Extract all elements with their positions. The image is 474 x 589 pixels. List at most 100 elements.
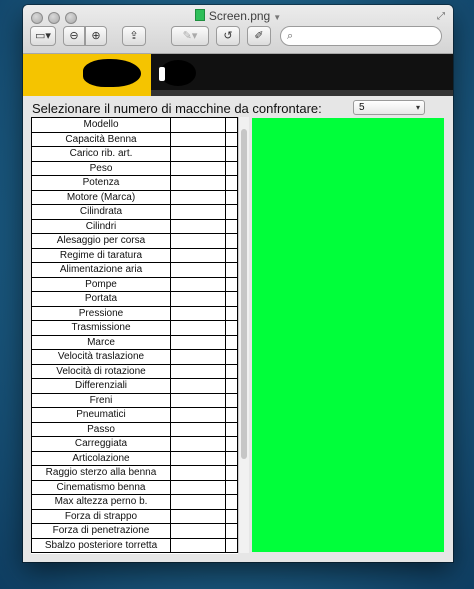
spec-extra-cell	[226, 364, 238, 378]
spec-label: Forza di strappo	[31, 509, 171, 523]
spec-value-cell	[171, 422, 226, 436]
spec-label: Articolazione	[31, 451, 171, 465]
spec-extra-cell	[226, 248, 238, 262]
spec-extra-cell	[226, 306, 238, 320]
share-button[interactable]: ⇪	[122, 26, 146, 46]
spec-value-cell	[171, 495, 226, 509]
spec-value-cell	[171, 408, 226, 422]
spec-extra-cell	[226, 466, 238, 480]
zoom-in-icon: ⊕	[91, 30, 101, 42]
spec-value-cell	[171, 393, 226, 407]
rotate-button[interactable]: ↺	[216, 26, 240, 46]
machine-count-select[interactable]: 5 ▾	[353, 100, 425, 115]
spec-extra-cell	[226, 538, 238, 552]
zoom-in-button[interactable]: ⊕	[85, 26, 107, 46]
spec-label: Marce	[31, 335, 171, 349]
spec-value-cell	[171, 364, 226, 378]
spec-label: Cilindri	[31, 219, 171, 233]
preview-window: Screen.png ▼ ⤢ ▭▾ ⊖ ⊕ ⇪ ✎▾ ↺ ✐ ⌕ Selezion…	[23, 5, 453, 562]
table-row: Modello	[31, 118, 238, 133]
sidebar-icon: ▭▾	[35, 30, 51, 42]
annotate-button[interactable]: ✎▾	[171, 26, 209, 46]
table-row: Differenziali	[31, 379, 238, 394]
table-row: Potenza	[31, 176, 238, 191]
spec-extra-cell	[226, 219, 238, 233]
spec-value-cell	[171, 451, 226, 465]
window-title: Screen.png ▼	[23, 9, 453, 23]
spec-value-cell	[171, 292, 226, 306]
spec-label: Cinematismo benna	[31, 480, 171, 494]
spec-value-cell	[171, 161, 226, 175]
spec-label: Max altezza perno b.	[31, 495, 171, 509]
table-row: Max altezza perno b.	[31, 495, 238, 510]
spec-value-cell	[171, 132, 226, 146]
spec-extra-cell	[226, 205, 238, 219]
spec-extra-cell	[226, 234, 238, 248]
spec-extra-cell	[226, 292, 238, 306]
table-row: Peso	[31, 161, 238, 176]
spec-value-cell	[171, 509, 226, 523]
spec-value-cell	[171, 524, 226, 538]
spec-label: Sbalzo posteriore torretta	[31, 538, 171, 552]
table-row: Portata	[31, 292, 238, 307]
spec-value-cell	[171, 205, 226, 219]
spec-label: Carreggiata	[31, 437, 171, 451]
table-row: Regime di taratura	[31, 248, 238, 263]
spec-extra-cell	[226, 437, 238, 451]
spec-value-cell	[171, 306, 226, 320]
table-scrollbar[interactable]	[238, 117, 249, 553]
table-row: Carreggiata	[31, 437, 238, 452]
spec-extra-cell	[226, 509, 238, 523]
spec-label: Velocità traslazione	[31, 350, 171, 364]
spec-label: Passo	[31, 422, 171, 436]
redacted-logo-mark	[83, 59, 141, 87]
title-bar: Screen.png ▼ ⤢ ▭▾ ⊖ ⊕ ⇪ ✎▾ ↺ ✐ ⌕	[23, 5, 453, 54]
table-row: Freni	[31, 393, 238, 408]
spec-value-cell	[171, 350, 226, 364]
spec-extra-cell	[226, 408, 238, 422]
spec-label: Cilindrata	[31, 205, 171, 219]
table-row: Alesaggio per corsa	[31, 234, 238, 249]
title-menu-chevron-icon[interactable]: ▼	[273, 13, 281, 22]
document-icon	[194, 9, 205, 21]
window-title-text: Screen.png	[208, 9, 271, 23]
spec-value-cell	[171, 219, 226, 233]
spec-value-cell	[171, 263, 226, 277]
spec-label: Carico rib. art.	[31, 147, 171, 161]
table-row: Pneumatici	[31, 408, 238, 423]
table-row: Marce	[31, 335, 238, 350]
table-row: Pompe	[31, 277, 238, 292]
scrollbar-thumb[interactable]	[241, 129, 247, 459]
table-row: Cinematismo benna	[31, 480, 238, 495]
share-icon: ⇪	[129, 30, 139, 42]
spec-label: Regime di taratura	[31, 248, 171, 262]
spec-value-cell	[171, 466, 226, 480]
search-input[interactable]: ⌕	[280, 26, 442, 46]
table-row: Velocità di rotazione	[31, 364, 238, 379]
spec-label: Pneumatici	[31, 408, 171, 422]
sidebar-toggle-button[interactable]: ▭▾	[30, 26, 56, 46]
table-row: Forza di strappo	[31, 509, 238, 524]
table-row: Sbalzo posteriore torretta	[31, 538, 238, 553]
spec-value-cell	[171, 190, 226, 204]
table-row: Raggio sterzo alla benna	[31, 466, 238, 481]
spec-extra-cell	[226, 422, 238, 436]
page-content: Selezionare il numero di macchine da con…	[23, 96, 453, 562]
redacted-brand-mark	[160, 60, 196, 86]
spec-label: Differenziali	[31, 379, 171, 393]
spec-label: Potenza	[31, 176, 171, 190]
comparison-panel	[252, 118, 444, 552]
table-row: Motore (Marca)	[31, 190, 238, 205]
zoom-out-button[interactable]: ⊖	[63, 26, 85, 46]
spec-value-cell	[171, 234, 226, 248]
spec-value-cell	[171, 335, 226, 349]
fullscreen-icon[interactable]: ⤢	[437, 11, 445, 22]
spec-extra-cell	[226, 379, 238, 393]
markup-button[interactable]: ✐	[247, 26, 271, 46]
spec-value-cell	[171, 480, 226, 494]
spec-extra-cell	[226, 147, 238, 161]
spec-label: Peso	[31, 161, 171, 175]
spec-value-cell	[171, 321, 226, 335]
spec-value-cell	[171, 379, 226, 393]
table-row: Articolazione	[31, 451, 238, 466]
